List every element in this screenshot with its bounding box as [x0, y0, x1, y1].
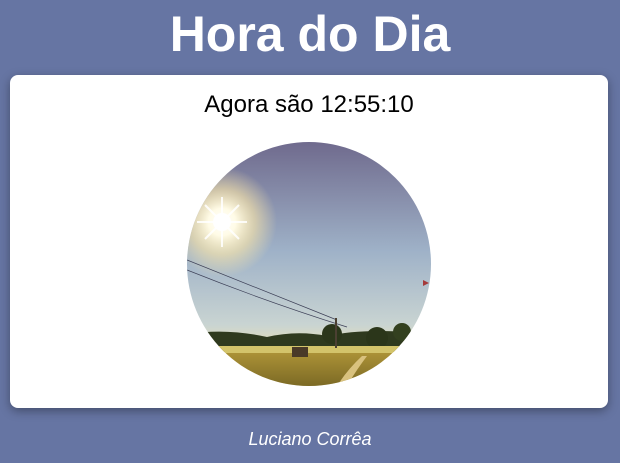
page-title: Hora do Dia [169, 6, 451, 62]
time-of-day-image [187, 142, 431, 386]
time-card: Agora são 12:55:10 [10, 75, 608, 408]
author-credit: Luciano Corrêa [248, 429, 372, 449]
morning-landscape-picture [187, 142, 431, 386]
clock-text: Agora são 12:55:10 [204, 91, 414, 118]
